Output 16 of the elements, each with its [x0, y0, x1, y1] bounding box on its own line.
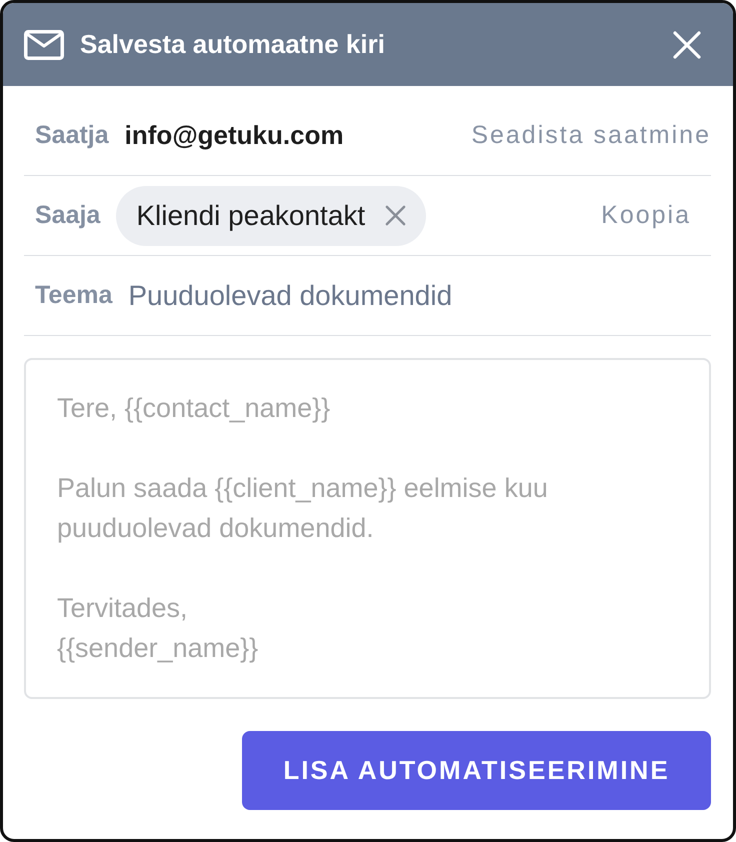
field-label: Saatja: [35, 121, 109, 150]
subject-value: Puuduolevad dokumendid: [128, 280, 454, 312]
close-button[interactable]: [673, 30, 701, 58]
close-icon: [673, 30, 701, 58]
sender-settings-link[interactable]: Seadista saatmine: [471, 121, 711, 150]
message-field[interactable]: Tere, {{contact_name}} Palun saada {{client_name}} eelmise kuu puuduolevad dokumendid. Tervitades, {{sender_name}}: [24, 358, 711, 699]
field-label: Saaja: [35, 201, 100, 230]
recipient-chip[interactable]: Kliendi peakontakt: [116, 186, 426, 246]
sender-email: info@getuku.com: [124, 120, 345, 151]
dialog-title: Salvesta automaatne kiri: [80, 29, 386, 60]
add-automation-button[interactable]: LISA AUTOMATISEERIMINE: [242, 731, 711, 810]
field-label: Teema: [35, 281, 112, 310]
cc-link[interactable]: Koopia: [601, 201, 711, 230]
remove-icon[interactable]: [385, 205, 406, 226]
envelope-icon: [24, 30, 64, 60]
chip-label: Kliendi peakontakt: [136, 200, 366, 232]
